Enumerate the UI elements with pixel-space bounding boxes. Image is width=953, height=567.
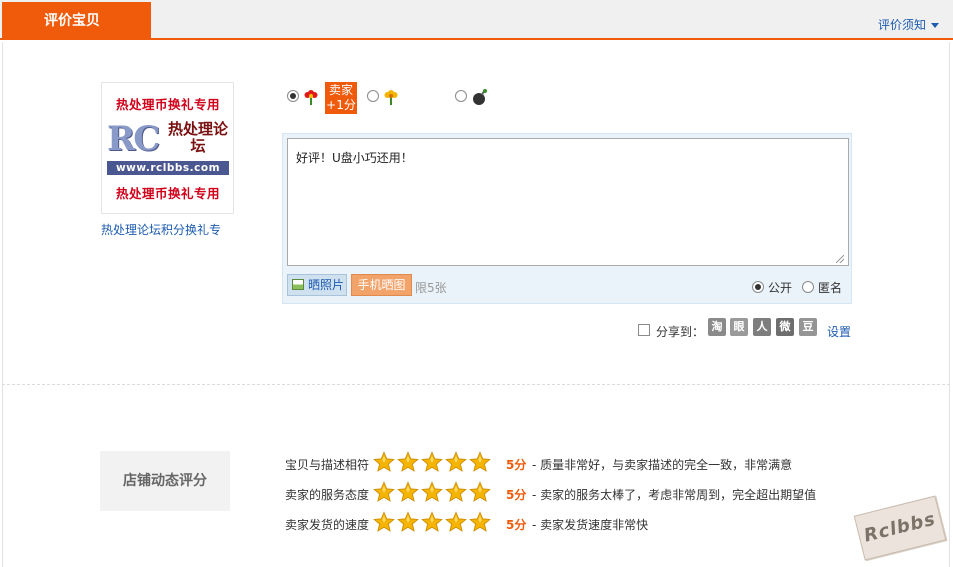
seller-bonus-line1: 卖家 <box>328 83 353 97</box>
score-description: - 卖家的服务太棒了，考虑非常周到，完全超出期望值 <box>532 488 817 502</box>
forum-url: www.rclbbs.com <box>107 161 229 175</box>
star-icon[interactable] <box>373 481 395 503</box>
shop-rating-title: 店铺动态评分 <box>100 451 230 511</box>
anonymous-radio[interactable] <box>802 281 814 293</box>
resize-handle[interactable] <box>836 255 844 263</box>
tab-rate-item[interactable]: 评价宝贝 <box>2 2 151 40</box>
rating-bad-radio[interactable] <box>455 90 467 102</box>
share-row: 分享到： 淘 眼 人 微 豆 设置 <box>638 318 858 340</box>
score-label: 宝贝与描述相符 <box>285 458 370 472</box>
share-eye-icon[interactable]: 眼 <box>730 318 748 336</box>
star-icon[interactable] <box>445 481 467 503</box>
forum-logo: RC 热处理论坛 <box>107 120 229 158</box>
section-divider <box>2 384 950 385</box>
seller-bonus-line2: +1分 <box>326 98 356 112</box>
upload-photo-label: 晒照片 <box>308 278 345 292</box>
share-renren-icon[interactable]: 人 <box>753 318 771 336</box>
score-value: 5分 <box>506 488 527 502</box>
star-icon[interactable] <box>469 511 491 533</box>
star-icon[interactable] <box>445 451 467 473</box>
share-douban-icon[interactable]: 豆 <box>799 318 817 336</box>
rating-notice-label: 评价须知 <box>877 18 926 32</box>
star-icon[interactable] <box>373 511 395 533</box>
share-taobao-icon[interactable]: 淘 <box>708 318 726 336</box>
star-icon[interactable] <box>445 511 467 533</box>
bomb-icon <box>471 88 489 109</box>
star-icon[interactable] <box>421 481 443 503</box>
star-icon[interactable] <box>469 481 491 503</box>
star-icon[interactable] <box>421 511 443 533</box>
star-icon[interactable] <box>397 451 419 473</box>
public-label: 公开 <box>768 281 793 295</box>
rating-notice-link[interactable]: 评价须知 <box>878 16 939 33</box>
share-label: 分享到： <box>656 325 705 339</box>
share-settings-link[interactable]: 设置 <box>827 323 851 340</box>
upload-photo-button[interactable]: 晒照片 <box>287 274 347 296</box>
red-flower-icon <box>303 88 319 109</box>
score-label: 卖家的服务态度 <box>285 488 370 502</box>
score-row-description: 宝贝与描述相符 5分 - 质量非常好，与卖家描述的完全一致，非常满意 <box>285 451 845 475</box>
product-image-top-text: 热处理币换礼专用 <box>115 97 220 112</box>
review-textarea[interactable]: 好评！U盘小巧还用！ <box>287 138 849 266</box>
score-row-service: 卖家的服务态度 5分 - 卖家的服务太棒了，考虑非常周到，完全超出期望值 <box>285 481 845 505</box>
rating-neutral-radio[interactable] <box>367 90 379 102</box>
star-icon[interactable] <box>397 511 419 533</box>
review-panel: 好评！U盘小巧还用！ 晒照片 手机晒图 限5张 公开 匿名 <box>282 133 852 304</box>
score-description: - 质量非常好，与卖家描述的完全一致，非常满意 <box>532 458 793 472</box>
score-value: 5分 <box>506 518 527 532</box>
star-icon[interactable] <box>397 481 419 503</box>
caret-down-icon <box>931 23 939 28</box>
score-description: - 卖家发货速度非常快 <box>532 518 649 532</box>
picture-icon <box>292 279 304 290</box>
star-icon[interactable] <box>373 451 395 473</box>
mobile-upload-button[interactable]: 手机晒图 <box>351 274 412 296</box>
photo-limit-text: 限5张 <box>415 281 447 295</box>
score-row-shipping: 卖家发货的速度 5分 - 卖家发货速度非常快 <box>285 511 845 535</box>
product-image[interactable]: 热处理币换礼专用 RC 热处理论坛 www.rclbbs.com 热处理币换礼专… <box>101 82 234 214</box>
public-radio[interactable] <box>752 281 764 293</box>
rating-good-radio[interactable] <box>287 90 299 102</box>
score-value: 5分 <box>506 458 527 472</box>
seller-bonus-badge: 卖家 +1分 <box>325 82 357 114</box>
yellow-flower-icon <box>383 88 399 109</box>
product-image-bottom-text: 热处理币换礼专用 <box>115 186 220 201</box>
product-name-link[interactable]: 热处理论坛积分换礼专 <box>101 221 221 238</box>
star-icon[interactable] <box>421 451 443 473</box>
forum-logo-letters: RC <box>107 119 160 159</box>
forum-logo-cn: 热处理论坛 <box>167 120 228 155</box>
star-icon[interactable] <box>469 451 491 473</box>
anonymous-label: 匿名 <box>818 281 843 295</box>
header-bar: 评价宝贝 评价须知 <box>0 0 953 40</box>
score-label: 卖家发货的速度 <box>285 518 370 532</box>
share-weibo-icon[interactable]: 微 <box>776 318 794 336</box>
share-checkbox[interactable] <box>638 324 650 336</box>
